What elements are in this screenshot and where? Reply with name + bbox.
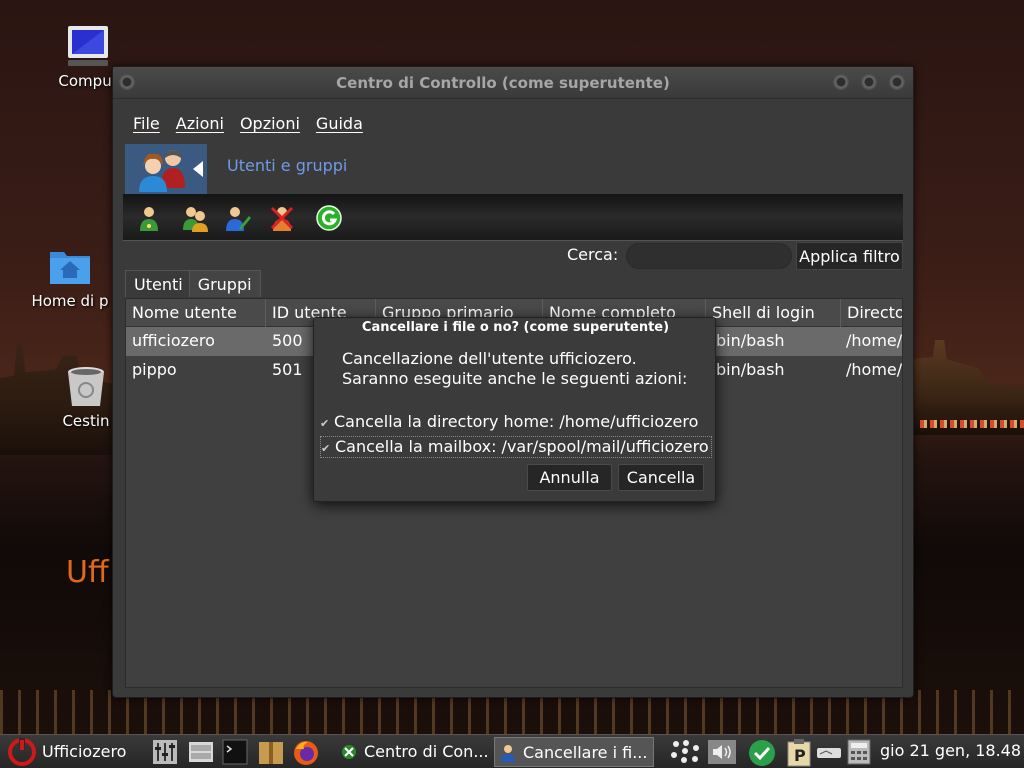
- task-control-center[interactable]: Centro di Con...: [336, 737, 491, 767]
- desktop-icon-label: Cestin: [62, 412, 110, 430]
- start-menu-button[interactable]: Ufficiozero: [6, 738, 136, 766]
- cell-directory: /home/: [846, 331, 903, 350]
- dialog-message: Cancellazione dell'utente ufficiozero. S…: [342, 349, 687, 389]
- cancel-button[interactable]: Annulla: [527, 464, 612, 491]
- network-icon[interactable]: [668, 739, 702, 765]
- cell-login-shell: bin/bash: [716, 331, 785, 350]
- task-label: Centro di Con...: [364, 742, 489, 761]
- delete-home-option[interactable]: ✔ Cancella la directory home: /home/uffic…: [320, 412, 698, 434]
- window-titlebar[interactable]: Centro di Controllo (come superutente): [113, 67, 913, 99]
- wallpaper-lights: [920, 420, 1024, 428]
- search-row: Cerca: Applica filtro: [123, 242, 903, 270]
- close-button[interactable]: [889, 74, 905, 90]
- cell-login-shell: bin/bash: [716, 360, 785, 379]
- clipboard-icon[interactable]: P: [786, 739, 812, 767]
- desktop-icon-label: Home di p: [31, 292, 109, 310]
- task-delete-dialog[interactable]: Cancellare i fi...: [494, 737, 654, 767]
- menubar: File Azioni Opzioni Guida: [133, 114, 379, 136]
- menu-actions[interactable]: Azioni: [176, 114, 224, 133]
- calculator-icon[interactable]: [846, 739, 872, 765]
- start-logo-icon: [8, 738, 36, 766]
- firefox-icon[interactable]: [292, 739, 318, 765]
- toolbar: [123, 194, 903, 241]
- desktop-icon-label: Comput: [58, 72, 118, 90]
- apply-filter-button[interactable]: Applica filtro: [796, 242, 903, 270]
- control-center-task-icon: [342, 745, 356, 759]
- confirm-delete-button[interactable]: Cancella: [618, 464, 704, 491]
- maximize-button[interactable]: [861, 74, 877, 90]
- cell-username: ufficiozero: [132, 331, 215, 350]
- delete-files-dialog: Cancellare i file o no? (come superutent…: [313, 317, 716, 502]
- column-header-directory[interactable]: Directo: [841, 299, 902, 327]
- taskbar: Ufficiozero Centro di Con... Cancellare …: [0, 734, 1024, 768]
- minimize-button[interactable]: [833, 74, 849, 90]
- delete-user-icon[interactable]: [268, 204, 296, 232]
- cell-username: pippo: [132, 360, 177, 379]
- cell-user-id: 501: [272, 360, 303, 379]
- user-task-icon: [501, 745, 515, 762]
- tab-bar: Utenti Gruppi: [125, 270, 261, 298]
- edit-user-icon[interactable]: [223, 204, 251, 232]
- column-header-login-shell[interactable]: Shell di login: [706, 299, 841, 327]
- menu-options[interactable]: Opzioni: [240, 114, 300, 133]
- section-header: Utenti e gruppi: [125, 144, 905, 194]
- tab-users[interactable]: Utenti: [125, 270, 192, 297]
- drive-icon[interactable]: [816, 739, 842, 765]
- add-user-icon[interactable]: [135, 204, 163, 232]
- option-label: Cancella la directory home: /home/uffici…: [334, 412, 699, 431]
- dialog-message-line: Cancellazione dell'utente ufficiozero.: [342, 349, 637, 368]
- add-group-icon[interactable]: [181, 204, 209, 232]
- menu-help[interactable]: Guida: [316, 114, 363, 133]
- task-label: Cancellare i fi...: [523, 743, 648, 762]
- section-label: Utenti e gruppi: [227, 156, 348, 175]
- option-label: Cancella la mailbox: /var/spool/mail/uff…: [335, 437, 709, 456]
- dialog-title: Cancellare i file o no? (come superutent…: [361, 320, 670, 335]
- dialog-message-line: Saranno eseguite anche le seguenti azion…: [342, 369, 688, 388]
- volume-icon[interactable]: [708, 739, 736, 765]
- search-input[interactable]: [626, 243, 792, 269]
- checkbox-check-icon[interactable]: ✔: [320, 417, 334, 430]
- update-ok-icon[interactable]: [748, 739, 775, 766]
- column-header-username[interactable]: Nome utente: [126, 299, 266, 327]
- desktop-brand-text: Uff: [66, 555, 109, 590]
- computer-icon: [66, 24, 110, 68]
- mixer-icon[interactable]: [152, 739, 178, 765]
- start-label: Ufficiozero: [42, 742, 127, 761]
- cell-user-id: 500: [272, 331, 303, 350]
- archive-manager-icon[interactable]: [258, 739, 284, 765]
- delete-mailbox-option[interactable]: ✔ Cancella la mailbox: /var/spool/mail/uf…: [320, 436, 712, 458]
- checkbox-check-icon[interactable]: ✔: [321, 442, 335, 455]
- cell-directory: /home/: [846, 360, 903, 379]
- window-title: Centro di Controllo (come superutente): [336, 74, 670, 92]
- users-groups-icon[interactable]: [125, 144, 207, 194]
- menu-file[interactable]: File: [133, 114, 160, 133]
- svg-text:P: P: [794, 746, 806, 765]
- terminal-icon[interactable]: [222, 739, 248, 765]
- search-label: Cerca:: [567, 245, 619, 264]
- clock[interactable]: gio 21 gen, 18.48: [880, 741, 1021, 768]
- refresh-icon[interactable]: [315, 204, 343, 232]
- desktop-icon-home[interactable]: Home di p: [30, 244, 110, 310]
- trash-icon: [64, 364, 108, 408]
- file-manager-icon[interactable]: [188, 739, 214, 765]
- desktop-icon-trash[interactable]: Cestin: [56, 364, 116, 430]
- tab-groups[interactable]: Gruppi: [188, 270, 261, 297]
- home-folder-icon: [48, 244, 92, 288]
